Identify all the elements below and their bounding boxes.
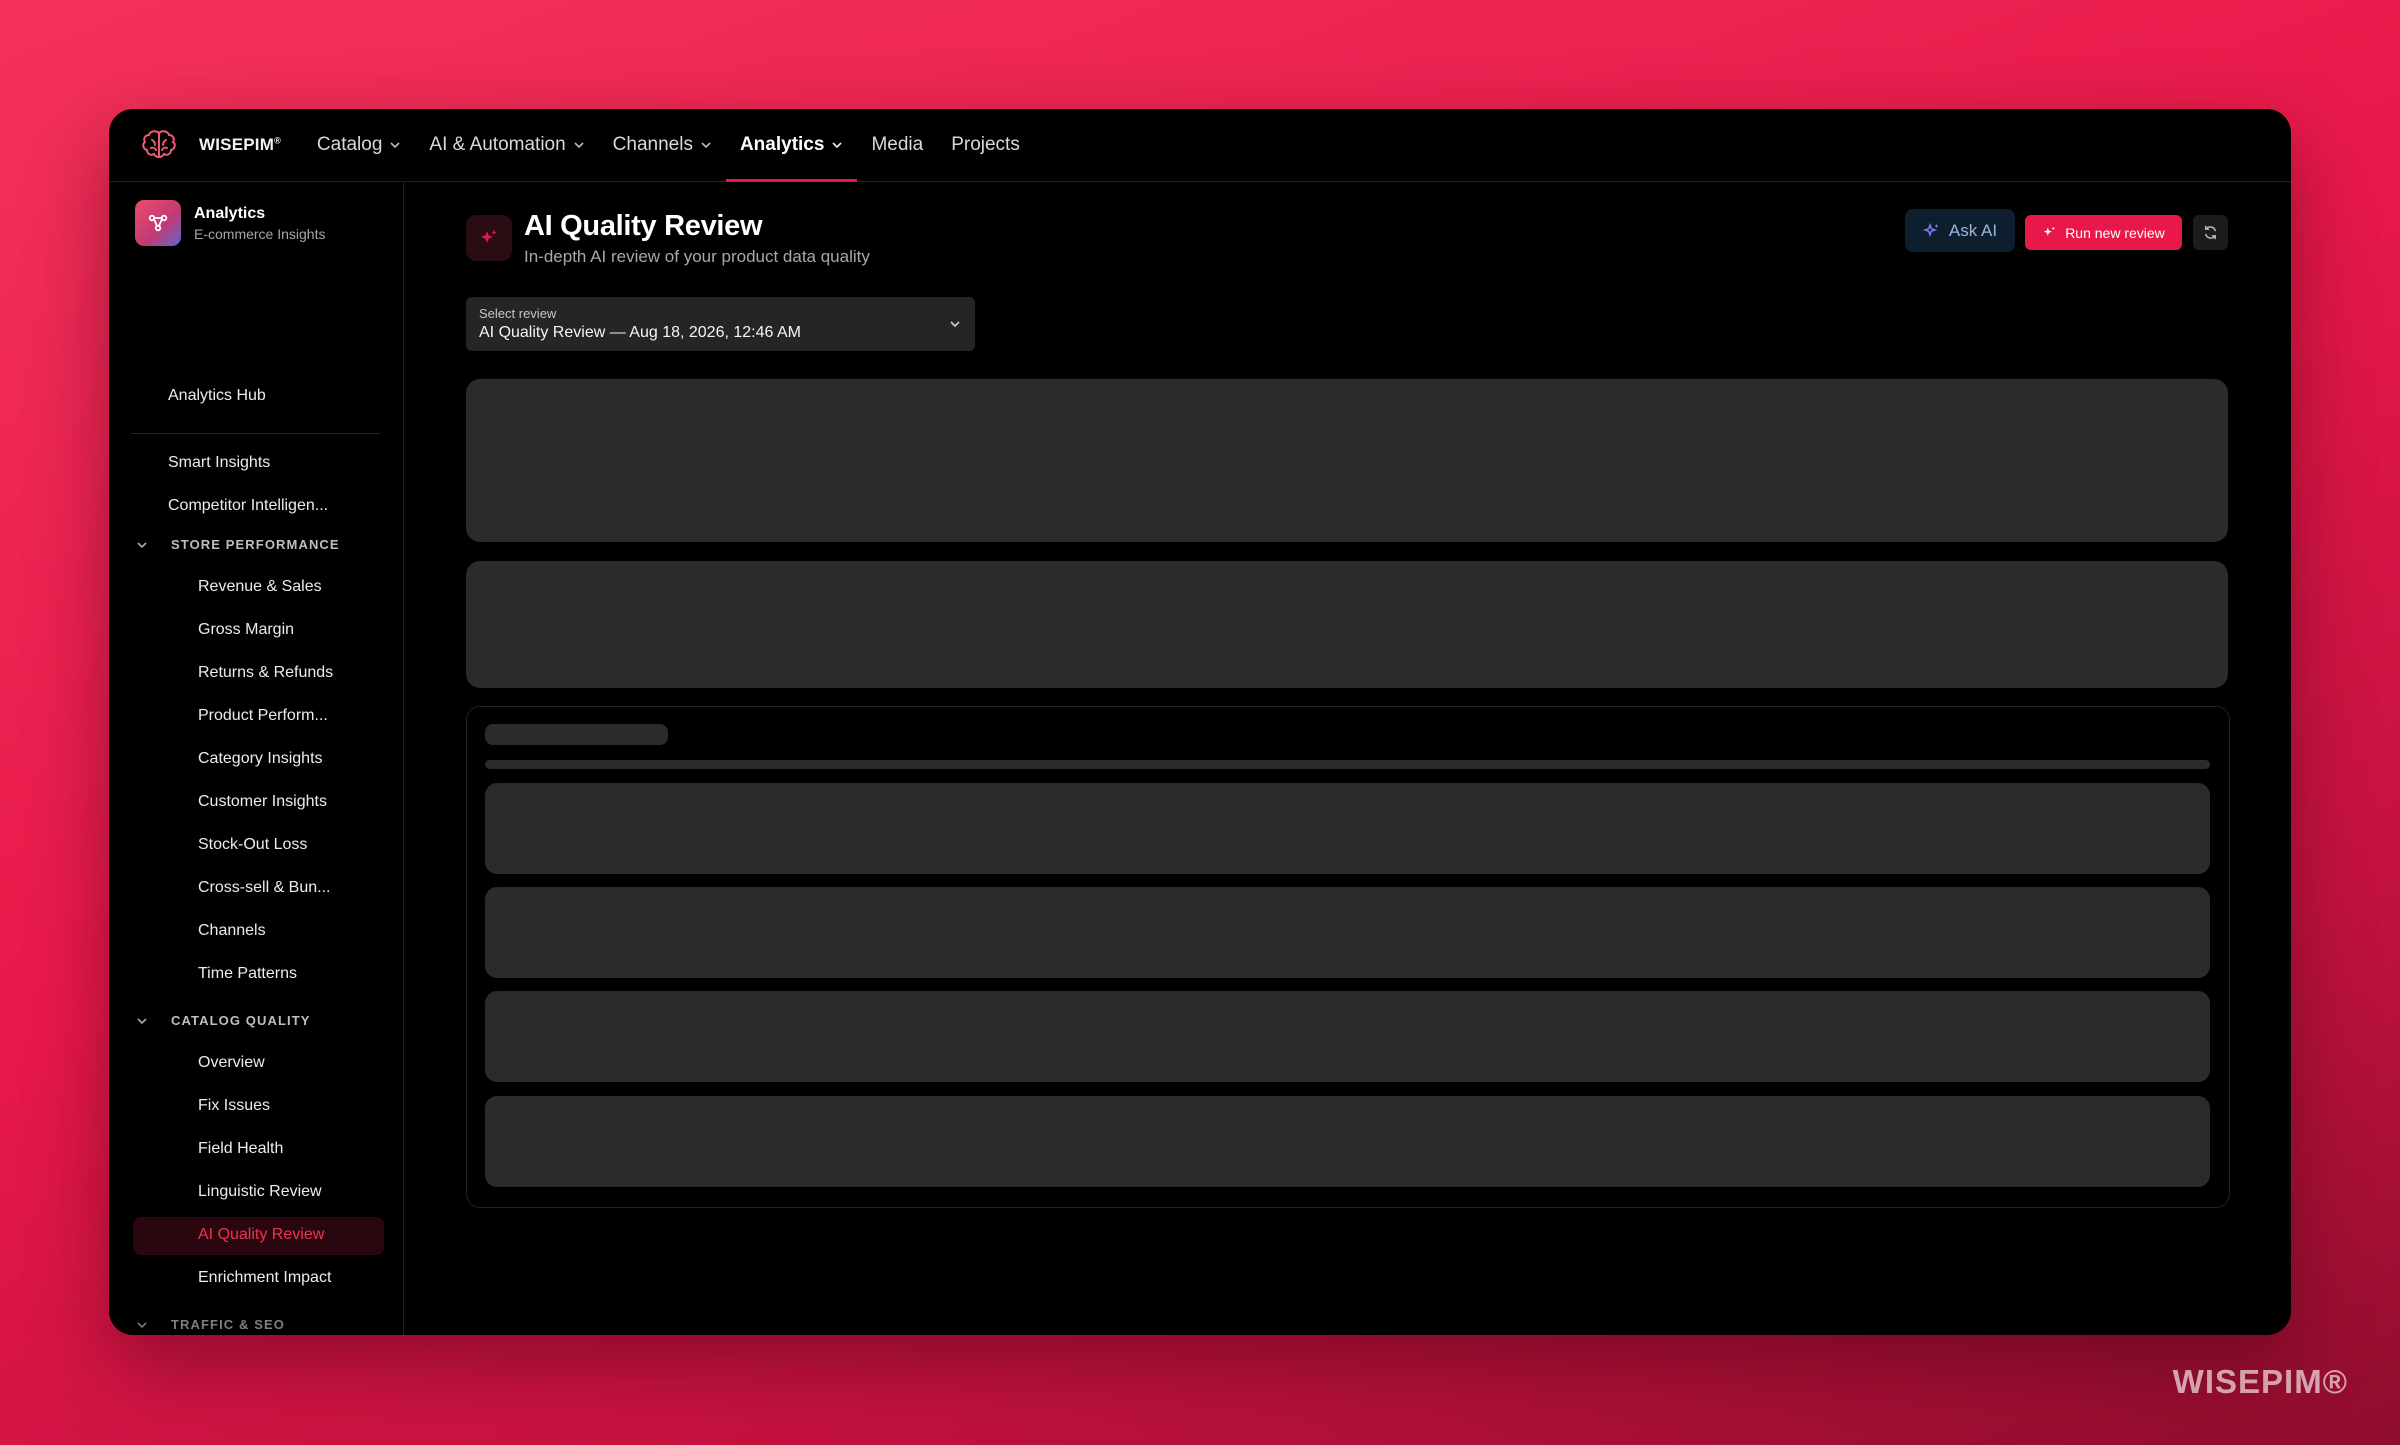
section-store-performance[interactable]: STORE PERFORMANCE xyxy=(131,537,340,552)
section-label: TRAFFIC & SEO xyxy=(171,1317,285,1332)
review-select-label: Select review xyxy=(479,306,557,321)
nav-item-label: AI & Automation xyxy=(429,134,566,155)
page-subtitle: In-depth AI review of your product data … xyxy=(524,247,870,266)
review-select[interactable]: Select review AI Quality Review — Aug 18… xyxy=(466,297,975,351)
sidebar: Analytics E-commerce Insights Analytics … xyxy=(109,182,404,1335)
nav-item-ai-automation[interactable]: AI & Automation xyxy=(415,109,598,181)
chevron-down-icon xyxy=(832,142,843,149)
sparkles-icon xyxy=(1922,222,1939,237)
sidebar-item-revenue-sales[interactable]: Revenue & Sales xyxy=(198,578,322,596)
loading-skeleton-stats xyxy=(466,561,2228,688)
sidebar-item-gross-margin[interactable]: Gross Margin xyxy=(198,621,294,639)
loading-skeleton-row xyxy=(485,991,2210,1082)
nav-item-channels[interactable]: Channels xyxy=(599,109,726,181)
sidebar-item-cross-sell[interactable]: Cross-sell & Bun... xyxy=(198,879,330,897)
nav-item-label: Media xyxy=(871,134,924,155)
nav-item-label: Projects xyxy=(951,134,1020,155)
sidebar-item-field-health[interactable]: Field Health xyxy=(198,1140,283,1158)
sidebar-item-channels[interactable]: Channels xyxy=(198,922,266,940)
sidebar-item-fix-issues[interactable]: Fix Issues xyxy=(198,1097,270,1115)
section-label: STORE PERFORMANCE xyxy=(171,537,340,552)
sidebar-title: Analytics xyxy=(194,204,266,222)
sidebar-item-category-insights[interactable]: Category Insights xyxy=(198,750,323,768)
ask-ai-label: Ask AI xyxy=(1948,220,1998,240)
nav-item-label: Analytics xyxy=(739,134,825,155)
brain-logo-icon xyxy=(142,130,176,158)
section-catalog-quality[interactable]: CATALOG QUALITY xyxy=(131,1013,311,1028)
loading-skeleton-row xyxy=(485,783,2210,874)
nav-item-projects[interactable]: Projects xyxy=(937,109,1034,181)
brand[interactable]: WISEPIM® xyxy=(139,109,281,181)
watermark: WISEPIM® xyxy=(2172,1363,2348,1400)
sidebar-item-stock-out-loss[interactable]: Stock-Out Loss xyxy=(198,836,307,854)
chevron-down-icon xyxy=(390,142,400,149)
refresh-button[interactable] xyxy=(2193,215,2228,250)
run-new-review-button[interactable]: Run new review xyxy=(2025,215,2182,250)
sparkles-icon xyxy=(466,215,512,261)
loading-skeleton-card xyxy=(466,706,2230,1208)
chevron-down-icon xyxy=(574,142,584,149)
analytics-app-icon xyxy=(135,200,181,246)
nav-item-media[interactable]: Media xyxy=(857,109,937,181)
sidebar-header: Analytics E-commerce Insights xyxy=(135,200,403,246)
refresh-icon xyxy=(2205,225,2216,240)
section-traffic-seo[interactable]: TRAFFIC & SEO xyxy=(131,1317,285,1332)
loading-skeleton-heading xyxy=(485,724,668,745)
review-select-value: AI Quality Review — Aug 18, 2026, 12:46 … xyxy=(479,324,801,341)
sidebar-item-customer-insights[interactable]: Customer Insights xyxy=(198,793,327,811)
chevron-down-icon xyxy=(950,321,960,328)
app-window: WISEPIM® Catalog AI & Automation Channel… xyxy=(109,109,2291,1335)
main-content: AI Quality Review In-depth AI review of … xyxy=(404,182,2291,1335)
chevron-down-icon xyxy=(701,142,711,149)
loading-skeleton-row xyxy=(485,1096,2210,1187)
sidebar-divider xyxy=(131,433,380,434)
sidebar-item-overview[interactable]: Overview xyxy=(198,1054,265,1072)
top-nav: WISEPIM® Catalog AI & Automation Channel… xyxy=(109,109,2291,182)
nav-item-label: Catalog xyxy=(316,134,383,155)
nav-item-analytics[interactable]: Analytics xyxy=(725,109,858,182)
sidebar-item-linguistic-review[interactable]: Linguistic Review xyxy=(198,1183,322,1201)
sidebar-item-enrichment-impact[interactable]: Enrichment Impact xyxy=(198,1269,331,1287)
section-label: CATALOG QUALITY xyxy=(171,1013,311,1028)
nav-item-label: Channels xyxy=(612,134,693,155)
chevron-down-icon xyxy=(137,1017,147,1024)
loading-skeleton-row xyxy=(485,887,2210,978)
brand-name: WISEPIM® xyxy=(199,135,281,154)
loading-skeleton-bar xyxy=(485,760,2210,769)
chevron-down-icon xyxy=(137,541,147,548)
ask-ai-button[interactable]: Ask AI xyxy=(1905,209,2015,252)
nav-menu: Catalog AI & Automation Channels Analyti… xyxy=(303,109,1034,182)
run-new-review-label: Run new review xyxy=(2065,224,2165,241)
sidebar-item-analytics-hub[interactable]: Analytics Hub xyxy=(168,387,266,405)
sparkles-icon xyxy=(2043,226,2056,236)
page-title: AI Quality Review xyxy=(524,210,763,242)
sidebar-item-smart-insights[interactable]: Smart Insights xyxy=(168,454,270,472)
sidebar-item-returns-refunds[interactable]: Returns & Refunds xyxy=(198,664,333,682)
loading-skeleton-summary xyxy=(466,379,2228,542)
sidebar-subtitle: E-commerce Insights xyxy=(194,225,326,242)
chevron-down-icon xyxy=(137,1321,147,1328)
nav-item-catalog[interactable]: Catalog xyxy=(303,109,416,181)
sidebar-item-ai-quality-review[interactable]: AI Quality Review xyxy=(198,1226,324,1244)
sidebar-item-time-patterns[interactable]: Time Patterns xyxy=(198,965,297,983)
sidebar-item-competitor-intelligence[interactable]: Competitor Intelligen... xyxy=(168,497,328,515)
connections-icon xyxy=(148,214,168,232)
sidebar-item-product-performance[interactable]: Product Perform... xyxy=(198,707,328,725)
